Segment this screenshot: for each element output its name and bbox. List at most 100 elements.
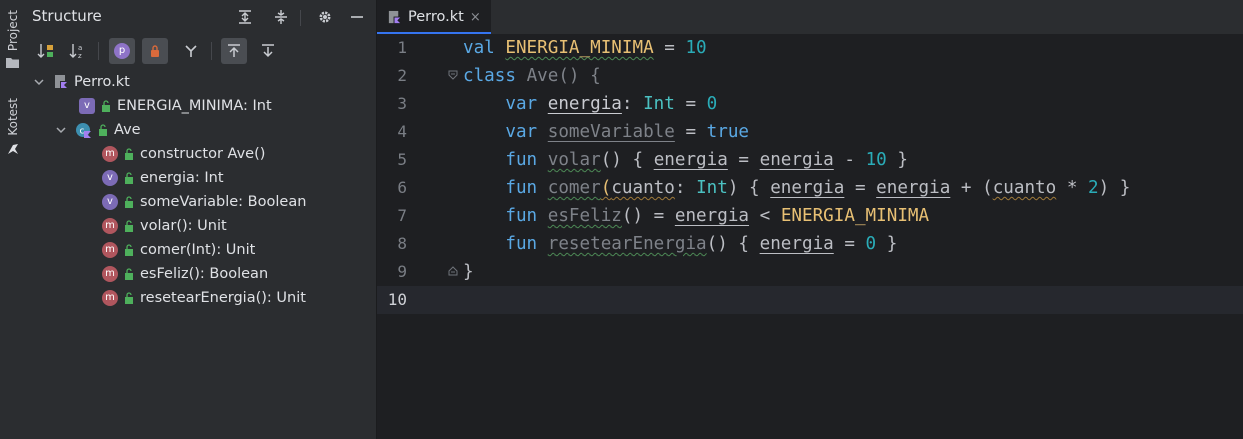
collapse-all-button[interactable]: [271, 7, 291, 27]
chevron-down-icon[interactable]: [55, 124, 67, 136]
code-line-5: fun volar() { energia = energia - 10 }: [505, 150, 908, 170]
public-lock-icon: [102, 100, 110, 112]
lock-icon: [151, 45, 159, 57]
public-lock-icon: [125, 172, 133, 184]
line-number: 8: [397, 234, 407, 253]
method-icon: m: [102, 290, 118, 306]
line-number: 5: [397, 150, 407, 169]
close-icon[interactable]: ×: [470, 10, 481, 25]
minimize-button[interactable]: [347, 7, 367, 27]
toolbar-separator: [98, 42, 99, 60]
tree-label: ENERGIA_MINIMA: Int: [117, 98, 272, 114]
sort-by-visibility-button[interactable]: [33, 38, 59, 64]
line-number: 4: [397, 122, 407, 141]
kotlin-file-icon: [55, 75, 68, 89]
project-tool-button[interactable]: Project: [0, 10, 25, 69]
tree-item-es-feliz[interactable]: m esFeliz(): Boolean: [102, 262, 268, 286]
tree-label: resetearEnergia(): Unit: [140, 290, 306, 306]
kotest-tool-label: Kotest: [5, 98, 20, 136]
public-lock-icon: [99, 124, 107, 136]
show-non-public-button[interactable]: [142, 38, 168, 64]
expand-all-icon: [239, 10, 251, 24]
method-icon: m: [102, 218, 118, 234]
structure-panel: Structure az p Perro.kt v ENERGIA_MINIMA…: [25, 0, 377, 439]
tree-item-energia-minima[interactable]: v ENERGIA_MINIMA: Int: [79, 94, 272, 118]
line-number-gutter: 1 2 3 4 5 6 7 8 9 10: [377, 34, 458, 439]
tree-item-resetear-energia[interactable]: m resetearEnergia(): Unit: [102, 286, 306, 310]
fold-close-icon[interactable]: [448, 266, 458, 276]
variable-icon: v: [102, 194, 118, 210]
line-number: 6: [397, 178, 407, 197]
chevron-down-icon[interactable]: [33, 76, 45, 88]
kotlin-file-icon: [388, 10, 402, 24]
code-line-6: fun comer(cuanto: Int) { energia = energ…: [505, 178, 1131, 198]
settings-button[interactable]: [315, 7, 335, 27]
hierarchy-icon: [185, 45, 197, 57]
line-number: 3: [397, 94, 407, 113]
tree-label: someVariable: Boolean: [140, 194, 307, 210]
autoscroll-from-source-button[interactable]: [255, 38, 281, 64]
tree-label: energia: Int: [140, 170, 224, 186]
show-properties-button[interactable]: p: [109, 38, 135, 64]
svg-text:c: c: [80, 126, 85, 136]
variable-icon: v: [79, 98, 95, 114]
svg-text:a: a: [78, 44, 82, 52]
tool-window-strip: Project Kotest: [0, 0, 26, 439]
public-lock-icon: [125, 220, 133, 232]
method-icon: m: [102, 146, 118, 162]
structure-toolbar: az p: [25, 38, 376, 66]
editor-tabs: Perro.kt ×: [377, 0, 1243, 35]
public-lock-icon: [125, 244, 133, 256]
code-line-4: var someVariable = true: [505, 122, 750, 142]
code-line-9: }: [463, 262, 474, 282]
public-lock-icon: [125, 292, 133, 304]
line-number-current: 10: [387, 290, 407, 309]
panel-title: Structure: [32, 7, 102, 25]
code-line-3: var energia: Int = 0: [505, 94, 718, 114]
code-line-7: fun esFeliz() = energia < ENERGIA_MINIMA: [505, 206, 930, 226]
tree-label: Perro.kt: [74, 74, 130, 90]
sort-alpha-icon: az: [69, 44, 82, 60]
kotest-icon: [7, 143, 18, 154]
code-line-2: class Ave() {: [463, 66, 601, 86]
tree-label: volar(): Unit: [140, 218, 227, 234]
tree-root-perro-kt[interactable]: Perro.kt: [33, 70, 130, 94]
tree-item-ave[interactable]: c Ave: [55, 118, 141, 142]
show-inherited-button[interactable]: [178, 38, 204, 64]
code-editor[interactable]: Perro.kt × 1 2 3 4 5 6 7 8 9 10 val ENER…: [377, 0, 1243, 439]
tree-label: comer(Int): Unit: [140, 242, 256, 258]
property-icon: p: [114, 43, 130, 59]
autoscroll-to-source-button[interactable]: [221, 38, 247, 64]
gear-icon: [319, 11, 331, 23]
kotlin-class-icon: c: [76, 122, 91, 138]
tree-item-volar[interactable]: m volar(): Unit: [102, 214, 227, 238]
folder-icon: [6, 58, 19, 69]
tree-label: esFeliz(): Boolean: [140, 266, 269, 282]
public-lock-icon: [125, 148, 133, 160]
sort-alphabetically-button[interactable]: az: [65, 38, 91, 64]
tree-item-constructor[interactable]: m constructor Ave(): [102, 142, 265, 166]
scroll-to-source-icon: [228, 44, 240, 57]
tree-item-comer[interactable]: m comer(Int): Unit: [102, 238, 255, 262]
project-tool-label: Project: [5, 10, 20, 52]
public-lock-icon: [125, 196, 133, 208]
code-line-8: fun resetearEnergia() { energia = 0 }: [505, 234, 898, 254]
expand-all-button[interactable]: [235, 7, 255, 27]
current-line-highlight: [377, 286, 1243, 314]
fold-open-icon[interactable]: [448, 70, 458, 80]
tree-item-energia[interactable]: v energia: Int: [102, 166, 224, 190]
kotest-tool-button[interactable]: Kotest: [0, 98, 25, 156]
sort-visibility-icon: [37, 44, 53, 58]
method-icon: m: [102, 266, 118, 282]
scroll-from-source-icon: [262, 44, 274, 58]
line-number: 9: [397, 262, 407, 281]
collapse-all-icon: [275, 10, 287, 24]
tree-item-some-variable[interactable]: v someVariable: Boolean: [102, 190, 306, 214]
header-separator: [300, 10, 301, 26]
public-lock-icon: [125, 268, 133, 280]
line-number: 1: [397, 38, 407, 57]
tab-label: Perro.kt: [408, 9, 464, 25]
code-line-1: val ENERGIA_MINIMA = 10: [463, 38, 707, 58]
toolbar-separator-2: [211, 42, 212, 60]
tab-perro-kt[interactable]: Perro.kt ×: [377, 0, 491, 34]
